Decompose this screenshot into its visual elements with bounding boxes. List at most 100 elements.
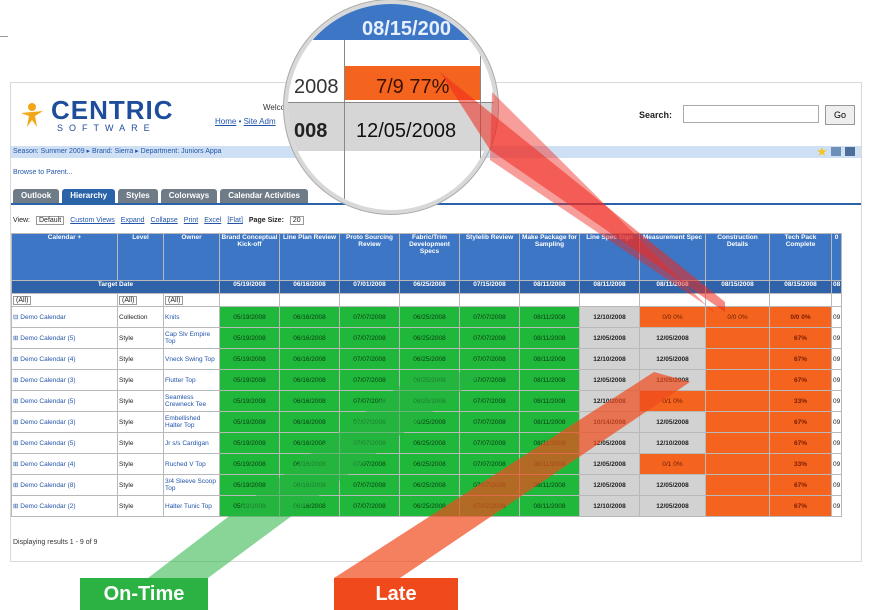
column-header[interactable]: Proto Sourcing Review [339, 233, 400, 281]
milestone-cell[interactable] [705, 369, 770, 391]
milestone-cell[interactable]: 07/07/2008 [459, 474, 520, 496]
milestone-cell[interactable]: 07/07/2008 [339, 432, 400, 454]
table-row[interactable]: ⊞ Demo Calendar (5) Style Seamless Crewnec… [11, 390, 843, 412]
tab-colorways[interactable]: Colorways [160, 189, 218, 203]
milestone-cell[interactable]: 06/25/2008 [399, 390, 460, 412]
milestone-cell[interactable]: 06/25/2008 [399, 306, 460, 328]
owner-link[interactable]: 3/4 Sleeve Scoop Top [163, 474, 220, 496]
column-header[interactable]: Calendar + [11, 233, 118, 281]
owner-link[interactable]: Knits [163, 306, 220, 328]
milestone-cell[interactable]: 0/0 0% [769, 306, 832, 328]
milestone-cell[interactable]: 12/05/2008 [639, 474, 706, 496]
milestone-cell[interactable]: 12/05/2008 [639, 369, 706, 391]
go-button[interactable]: Go [825, 105, 855, 125]
milestone-cell[interactable]: 12/05/2008 [579, 327, 640, 349]
milestone-cell[interactable]: 06/16/2008 [279, 369, 340, 391]
milestone-cell[interactable]: 06/16/2008 [279, 411, 340, 433]
milestone-cell[interactable]: 07/07/2008 [459, 306, 520, 328]
milestone-cell[interactable]: 07/07/2008 [459, 495, 520, 517]
table-row[interactable]: ⊞ Demo Calendar (3) Style Embellished Halt… [11, 411, 843, 433]
table-row[interactable]: ⊞ Demo Calendar (4) Style Vneck Swing Top 0… [11, 348, 843, 370]
milestone-cell[interactable]: 06/25/2008 [399, 327, 460, 349]
milestone-cell[interactable] [705, 390, 770, 412]
milestone-cell[interactable]: 07/07/2008 [459, 432, 520, 454]
column-header[interactable]: Line Plan Review [279, 233, 340, 281]
filter-select[interactable]: (All) [165, 295, 184, 305]
tab-hierarchy[interactable]: Hierarchy [62, 189, 116, 203]
excel-link[interactable]: Excel [204, 217, 221, 224]
milestone-cell[interactable]: 67% [769, 411, 832, 433]
milestone-cell[interactable]: 08/11/2008 [519, 327, 580, 349]
milestone-cell[interactable]: 08/11/2008 [519, 453, 580, 475]
milestone-cell[interactable]: 06/16/2008 [279, 390, 340, 412]
milestone-cell[interactable]: 09 [830, 495, 843, 517]
owner-link[interactable]: Halter Tunic Top [163, 495, 220, 517]
milestone-cell[interactable]: 09 [830, 306, 843, 328]
milestone-cell[interactable]: 06/25/2008 [399, 348, 460, 370]
page-size-select[interactable]: 20 [289, 216, 304, 225]
milestone-cell[interactable]: 07/07/2008 [459, 327, 520, 349]
milestone-cell[interactable]: 06/16/2008 [279, 474, 340, 496]
column-header[interactable]: Construction Details [705, 233, 770, 281]
milestone-cell[interactable]: 09 [830, 327, 843, 349]
milestone-cell[interactable]: 12/05/2008 [579, 369, 640, 391]
custom-views-link[interactable]: Custom Views [70, 217, 115, 224]
milestone-cell[interactable]: 67% [769, 369, 832, 391]
milestone-cell[interactable] [705, 453, 770, 475]
milestone-cell[interactable]: 05/19/2008 [219, 453, 280, 475]
milestone-cell[interactable]: 05/19/2008 [219, 474, 280, 496]
milestone-cell[interactable]: 07/07/2008 [459, 369, 520, 391]
column-header[interactable]: Tech Pack Complete [769, 233, 832, 281]
milestone-cell[interactable]: 0/1 0% [639, 453, 706, 475]
view-select[interactable]: Default [36, 216, 65, 225]
milestone-cell[interactable]: 09 [830, 348, 843, 370]
milestone-cell[interactable]: 33% [769, 390, 832, 412]
milestone-cell[interactable]: 07/07/2008 [339, 474, 400, 496]
column-header[interactable]: Line Spec Sign [579, 233, 640, 281]
milestone-cell[interactable]: 12/05/2008 [639, 411, 706, 433]
calendar-name-link[interactable]: ⊞ Demo Calendar (3) [11, 369, 118, 391]
print-link[interactable]: Print [184, 217, 198, 224]
table-row[interactable]: ⊞ Demo Calendar (5) Style Cap Slv Empire T… [11, 327, 843, 349]
milestone-cell[interactable]: 0/0 0% [705, 306, 770, 328]
milestone-cell[interactable] [705, 495, 770, 517]
print-icon[interactable] [845, 147, 855, 156]
milestone-cell[interactable]: 33% [769, 453, 832, 475]
column-header[interactable]: Brand Conceptual Kick-off [219, 233, 280, 281]
milestone-cell[interactable] [705, 432, 770, 454]
expand-link[interactable]: Expand [121, 217, 145, 224]
milestone-cell[interactable]: 12/05/2008 [639, 348, 706, 370]
milestone-cell[interactable]: 06/25/2008 [399, 474, 460, 496]
milestone-cell[interactable]: 67% [769, 432, 832, 454]
column-header[interactable]: Fabric/Trim Development Specs [399, 233, 460, 281]
folder-icon[interactable] [831, 147, 841, 156]
milestone-cell[interactable]: 08/11/2008 [519, 411, 580, 433]
milestone-cell[interactable]: 07/07/2008 [459, 348, 520, 370]
milestone-cell[interactable]: 06/16/2008 [279, 306, 340, 328]
milestone-cell[interactable]: 06/16/2008 [279, 327, 340, 349]
milestone-cell[interactable]: 05/19/2008 [219, 369, 280, 391]
milestone-cell[interactable]: 08/11/2008 [519, 306, 580, 328]
milestone-cell[interactable]: 12/05/2008 [639, 495, 706, 517]
milestone-cell[interactable]: 12/05/2008 [579, 453, 640, 475]
collapse-link[interactable]: Collapse [151, 217, 178, 224]
milestone-cell[interactable] [705, 327, 770, 349]
milestone-cell[interactable]: 06/25/2008 [399, 432, 460, 454]
calendar-name-link[interactable]: ⊞ Demo Calendar (2) [11, 495, 118, 517]
column-header[interactable]: Measurement Spec [639, 233, 706, 281]
milestone-cell[interactable]: 09 [830, 474, 843, 496]
search-input[interactable] [683, 105, 819, 123]
milestone-cell[interactable]: 07/07/2008 [339, 369, 400, 391]
table-row[interactable]: ⊞ Demo Calendar (5) Style Jr s/s Cardigan 0… [11, 432, 843, 454]
calendar-name-link[interactable]: ⊞ Demo Calendar (3) [11, 411, 118, 433]
milestone-cell[interactable]: 06/16/2008 [279, 453, 340, 475]
calendar-name-link[interactable]: ⊞ Demo Calendar (4) [11, 453, 118, 475]
filter-select[interactable]: (All) [119, 295, 138, 305]
milestone-cell[interactable]: 09 [830, 390, 843, 412]
milestone-cell[interactable]: 05/19/2008 [219, 495, 280, 517]
table-row[interactable]: ⊞ Demo Calendar (8) Style 3/4 Sleeve Scoop… [11, 474, 843, 496]
milestone-cell[interactable]: 08/11/2008 [519, 348, 580, 370]
milestone-cell[interactable]: 05/19/2008 [219, 306, 280, 328]
owner-link[interactable]: Flutter Top [163, 369, 220, 391]
tab-outlook[interactable]: Outlook [13, 189, 60, 203]
